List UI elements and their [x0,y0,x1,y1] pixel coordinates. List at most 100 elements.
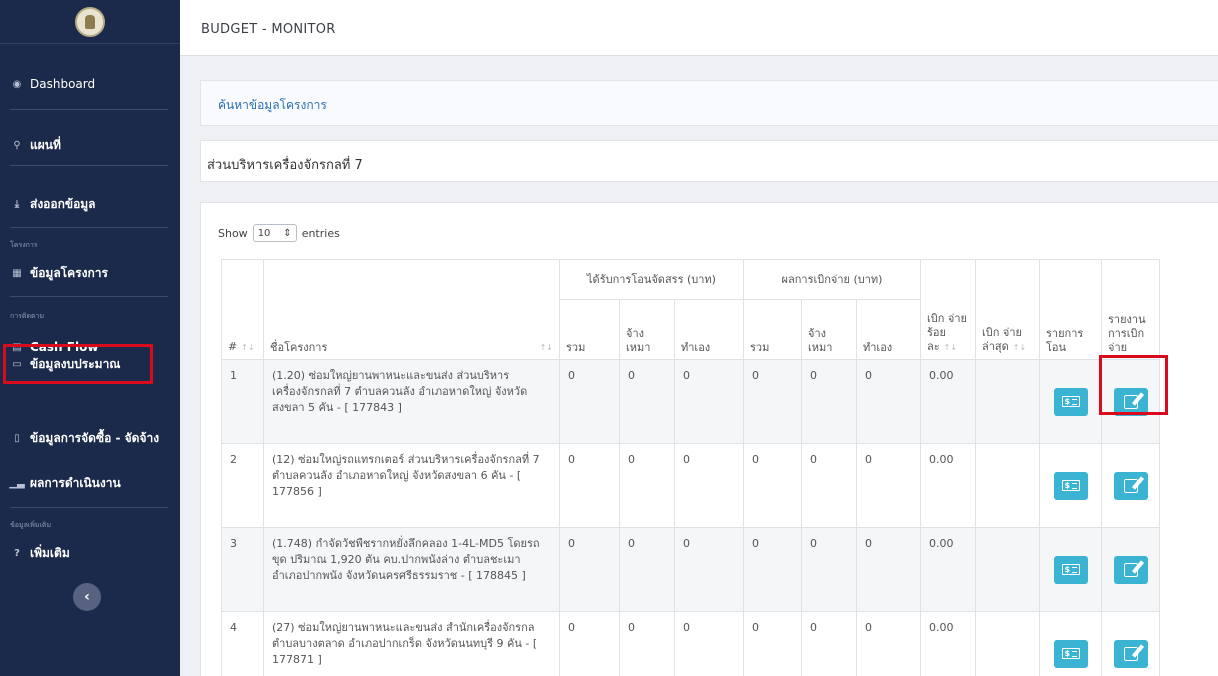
emblem-icon [75,6,105,37]
report-button[interactable] [1113,639,1148,668]
divider [10,296,168,297]
group-label-tracking: การติดตาม [10,312,45,320]
cell-transfer: $ [1039,443,1102,528]
map-pin-icon: ⚲ [13,139,21,151]
money-icon: $ [1061,480,1080,491]
dashboard-icon: ◉ [12,78,22,90]
cell-transfer: $ [1039,527,1102,612]
cell-report [1101,527,1160,612]
sidebar-item-label: ผลการดำเนินงาน [30,475,121,490]
sidebar-item-label: แผนที่ [30,137,61,152]
cell-alloc-sum: 0 [559,611,620,676]
report-button[interactable] [1113,471,1148,500]
cell-disb-sum: 0 [743,359,802,444]
chart-icon: ▁▃ [9,477,25,489]
header-disbursed: ผลการเบิกจ่าย (บาท) [743,259,921,300]
cell-percent: 0.00 [920,359,976,444]
topbar: BUDGET - MONITOR [180,0,1218,56]
cell-disb-sum: 0 [743,611,802,676]
header-disb-self: ทำเอง [856,299,921,360]
sort-icon: ↑↓ [539,343,553,352]
header-alloc-self: ทำเอง [674,299,744,360]
table-row: 4 (27) ซ่อมใหญ่ยานพาหนะและขนส่ง สำนักเคร… [221,611,1160,676]
cell-number: 1 [221,359,264,444]
sidebar-item-label: เพิ่มเติม [30,545,70,560]
select-arrows-icon: ⇕ [283,227,292,239]
cell-alloc-hire: 0 [619,443,675,528]
table-row: 2 (12) ซ่อมใหญ่รถแทรกเตอร์ ส่วนบริหารเคร… [221,443,1160,528]
cell-alloc-sum: 0 [559,443,620,528]
cell-percent: 0.00 [920,527,976,612]
entries-label: entries [301,226,340,240]
cell-alloc-sum: 0 [559,359,620,444]
cell-number: 4 [221,611,264,676]
cell-alloc-self: 0 [674,527,744,612]
transfer-list-button[interactable]: $ [1053,387,1088,416]
divider [10,165,168,166]
header-percent[interactable]: เบิก จ่าย ร้อย ละ ↑↓ [920,259,976,360]
sidebar-item-export[interactable]: ⤓ ส่งออกข้อมูล [0,193,180,215]
collapse-sidebar-button[interactable]: ‹ [73,583,101,611]
cell-alloc-hire: 0 [619,611,675,676]
sidebar-item-label: ข้อมูลโครงการ [30,265,108,280]
header-latest[interactable]: เบิก จ่าย ล่าสุด ↑↓ [975,259,1040,360]
sort-icon: ↑↓ [943,343,958,352]
cell-project-name: (12) ซ่อมใหญ่รถแทรกเตอร์ ส่วนบริหารเครื่… [263,443,560,528]
entries-select[interactable]: 10 ⇕ [252,224,297,242]
entries-value: 10 [257,227,271,239]
sidebar-item-performance[interactable]: ▁▃ ผลการดำเนินงาน [0,472,180,494]
divider [10,507,168,508]
cell-latest [975,611,1040,676]
cell-alloc-hire: 0 [619,359,675,444]
sidebar: ◉ Dashboard ⚲ แผนที่ ⤓ ส่งออกข้อมูล โครง… [0,0,180,676]
project-table: # ↑↓ ชื่อโครงการ ↑↓ ได้รับการโอนจัดสรร (บา… [221,259,1160,676]
table-icon: ▦ [12,267,22,279]
sidebar-item-dashboard[interactable]: ◉ Dashboard [0,73,180,95]
cell-report [1101,443,1160,528]
cell-disb-self: 0 [856,611,921,676]
sidebar-item-label: ข้อมูลการจัดซื้อ - จัดจ้าง [30,430,160,445]
cell-number: 3 [221,527,264,612]
search-project-link[interactable]: ค้นหาข้อมูลโครงการ [218,96,327,115]
group-label-more: ข้อมูลเพิ่มเติม [10,521,52,529]
cell-alloc-self: 0 [674,359,744,444]
money-icon: $ [1061,648,1080,659]
header-alloc-hire: จ้าง เหมา [619,299,675,360]
cell-alloc-sum: 0 [559,527,620,612]
cell-report [1101,611,1160,676]
sidebar-item-more[interactable]: ? เพิ่มเติม [0,542,180,564]
transfer-list-button[interactable]: $ [1053,639,1088,668]
cell-alloc-hire: 0 [619,527,675,612]
agency-panel: ส่วนบริหารเครื่องจักรกลที่ 7 [200,140,1218,182]
table-panel: Show 10 ⇕ entries # ↑↓ ชื่อโครงการ ↑↓ ได้ร… [200,202,1218,676]
highlight-box [1099,355,1168,415]
sidebar-item-map[interactable]: ⚲ แผนที่ [0,134,180,156]
cell-transfer: $ [1039,359,1102,444]
cell-latest [975,359,1040,444]
header-project-name[interactable]: ชื่อโครงการ ↑↓ [263,259,560,360]
transfer-list-button[interactable]: $ [1053,471,1088,500]
table-row: 3 (1.748) กำจัดวัชพืชรากหยั่งลึกคลอง 1-4… [221,527,1160,612]
chevron-left-icon: ‹ [84,589,90,605]
report-button[interactable] [1113,555,1148,584]
table-row: 1 (1.20) ซ่อมใหญ่ยานพาหนะและขนส่ง ส่วนบร… [221,359,1160,444]
logo[interactable] [0,0,180,44]
show-label: Show [218,226,248,240]
sidebar-item-project-data[interactable]: ▦ ข้อมูลโครงการ [0,262,180,284]
help-icon: ? [14,547,20,559]
cell-percent: 0.00 [920,611,976,676]
transfer-list-button[interactable]: $ [1053,555,1088,584]
cell-project-name: (1.20) ซ่อมใหญ่ยานพาหนะและขนส่ง ส่วนบริห… [263,359,560,444]
header-number[interactable]: # ↑↓ [221,259,264,360]
entries-control: Show 10 ⇕ entries [218,224,340,242]
cell-project-name: (1.748) กำจัดวัชพืชรากหยั่งลึกคลอง 1-4L-… [263,527,560,612]
cell-project-name: (27) ซ่อมใหญ่ยานพาหนะและขนส่ง สำนักเครื่… [263,611,560,676]
cell-percent: 0.00 [920,443,976,528]
sidebar-item-label: Dashboard [30,77,96,91]
header-transfer: รายการ โอน [1039,259,1102,360]
highlight-box [3,344,153,384]
cell-disb-hire: 0 [801,359,857,444]
sidebar-item-procurement[interactable]: ▯ ข้อมูลการจัดซื้อ - จัดจ้าง [0,427,180,449]
cell-alloc-self: 0 [674,611,744,676]
header-disb-sum: รวม [743,299,802,360]
